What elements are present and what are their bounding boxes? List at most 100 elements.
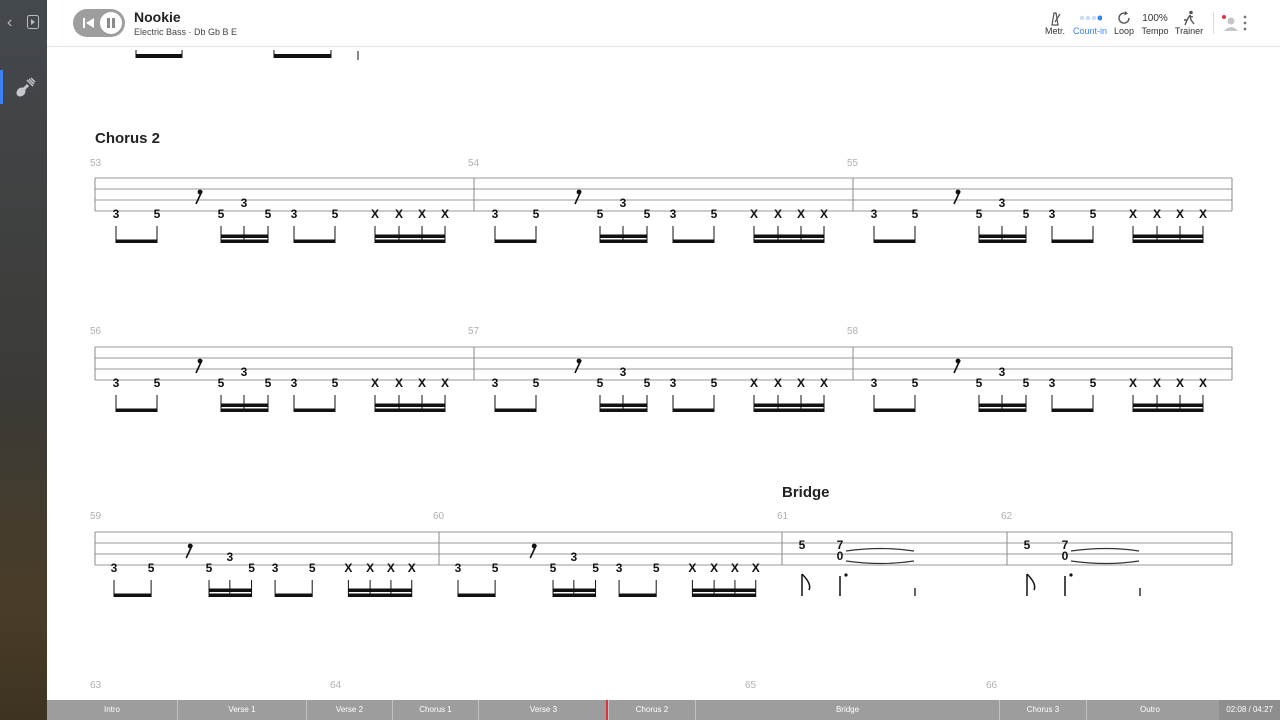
count-in-button[interactable]: Count-in — [1071, 10, 1109, 36]
score-canvas: 3 5 535 3 5 X X X X 3 5 535 3 5 X X X X 3 5 535 3 5 X X X X3 5 535 3 5… — [94, 50, 1233, 597]
dead-note: X — [1129, 376, 1137, 390]
tempo-label: Tempo — [1141, 26, 1169, 36]
left-sidebar: ‹ — [0, 0, 47, 720]
instrument-name: Electric Bass — [134, 27, 187, 37]
bar-number: 61 — [777, 511, 789, 522]
beam — [754, 234, 824, 238]
bar-number: 62 — [1001, 511, 1013, 522]
timeline-intro[interactable]: Intro — [47, 700, 177, 720]
fret-number: 3 — [620, 196, 627, 210]
bar-number: 55 — [847, 158, 859, 169]
section-chorus-2: Chorus 2 — [95, 130, 161, 147]
beam — [979, 234, 1026, 238]
fret-number: 3 — [670, 376, 677, 390]
fret-number: 5 — [711, 376, 718, 390]
timeline-chorus-1[interactable]: Chorus 1 — [392, 700, 478, 720]
bar-number: 56 — [90, 326, 102, 337]
beam — [375, 408, 445, 412]
beam — [1133, 239, 1203, 243]
fret-number: 5 — [218, 376, 225, 390]
fret-number: 5 — [976, 376, 983, 390]
metronome-icon — [1051, 12, 1061, 26]
fret-number: 5 — [644, 207, 651, 221]
fret-number: 5 — [1023, 207, 1030, 221]
bar-number: 57 — [468, 326, 480, 337]
fret-number: 5 — [592, 561, 599, 575]
beam — [221, 239, 268, 243]
dead-note: X — [387, 561, 395, 575]
playback-cursor[interactable] — [606, 700, 608, 720]
bass-guitar-icon[interactable] — [15, 76, 37, 98]
fret-number: 0 — [837, 549, 844, 563]
bar-number: 54 — [468, 158, 480, 169]
loop-button[interactable]: Loop — [1111, 10, 1137, 36]
note-flag — [1026, 573, 1036, 591]
bar-number: 63 — [90, 680, 102, 691]
beam — [600, 403, 647, 407]
pause-button[interactable] — [100, 12, 122, 34]
fret-number: 3 — [620, 365, 627, 379]
fret-number: 3 — [227, 550, 234, 564]
dead-note: X — [371, 207, 379, 221]
fret-number: 3 — [455, 561, 462, 575]
beam — [375, 403, 445, 407]
timeline-outro[interactable]: Outro — [1086, 700, 1213, 720]
tempo-button[interactable]: 100% Tempo — [1139, 10, 1171, 37]
beam — [1133, 403, 1203, 407]
timeline-verse-2[interactable]: Verse 2 — [306, 700, 392, 720]
fret-number: 5 — [332, 207, 339, 221]
trainer-button[interactable]: Trainer — [1173, 10, 1205, 36]
fret-number: 3 — [670, 207, 677, 221]
skip-to-start-icon[interactable] — [82, 15, 96, 31]
dead-note: X — [710, 561, 718, 575]
beam — [553, 593, 596, 597]
beam — [1133, 234, 1203, 238]
back-chevron-icon[interactable]: ‹ — [7, 14, 12, 32]
timeline-chorus-3[interactable]: Chorus 3 — [999, 700, 1086, 720]
dead-note: X — [774, 376, 782, 390]
user-avatar-icon[interactable] — [1220, 14, 1238, 32]
bar-number: 53 — [90, 158, 102, 169]
timeline-verse-1[interactable]: Verse 1 — [177, 700, 306, 720]
fret-number: 5 — [218, 207, 225, 221]
fret-number: 3 — [1049, 207, 1056, 221]
dead-note: X — [797, 207, 805, 221]
fret-number: 5 — [206, 561, 213, 575]
timeline-chorus-2[interactable]: Chorus 2 — [608, 700, 695, 720]
dead-note: X — [395, 207, 403, 221]
fret-number: 5 — [711, 207, 718, 221]
section-timeline[interactable]: Intro Verse 1 Verse 2 Chorus 1 Verse 3 C… — [47, 700, 1280, 720]
beam — [294, 239, 335, 243]
fret-number: 5 — [492, 561, 499, 575]
fret-number: 3 — [871, 376, 878, 390]
beam — [673, 239, 714, 243]
beam — [375, 239, 445, 243]
dead-note: X — [688, 561, 696, 575]
fret-number: 5 — [597, 376, 604, 390]
beam — [1052, 408, 1093, 412]
fret-number: 5 — [912, 376, 919, 390]
fret-number: 0 — [1062, 549, 1069, 563]
timeline-bridge[interactable]: Bridge — [695, 700, 999, 720]
fret-number: 5 — [976, 207, 983, 221]
timeline-verse-3[interactable]: Verse 3 — [478, 700, 608, 720]
beam — [294, 408, 335, 412]
metronome-button[interactable]: Metr. — [1041, 10, 1069, 36]
trainer-label: Trainer — [1174, 26, 1204, 36]
dead-note: X — [418, 376, 426, 390]
beam — [874, 408, 915, 412]
dotted-note — [844, 573, 848, 577]
beam — [348, 593, 412, 597]
beam — [221, 403, 268, 407]
fret-number: 3 — [291, 207, 298, 221]
bar-number: 64 — [330, 680, 342, 691]
tab-score: 3553535XXXX3553535XXXX3553535XXXX3553535… — [47, 46, 1280, 700]
beam — [221, 234, 268, 238]
dead-note: X — [395, 376, 403, 390]
more-options-icon[interactable] — [1242, 14, 1248, 32]
toolbar-divider — [1213, 12, 1214, 34]
dotted-note — [1069, 573, 1073, 577]
dead-note: X — [1129, 207, 1137, 221]
panel-toggle-icon[interactable] — [27, 15, 39, 29]
fret-number: 5 — [248, 561, 255, 575]
